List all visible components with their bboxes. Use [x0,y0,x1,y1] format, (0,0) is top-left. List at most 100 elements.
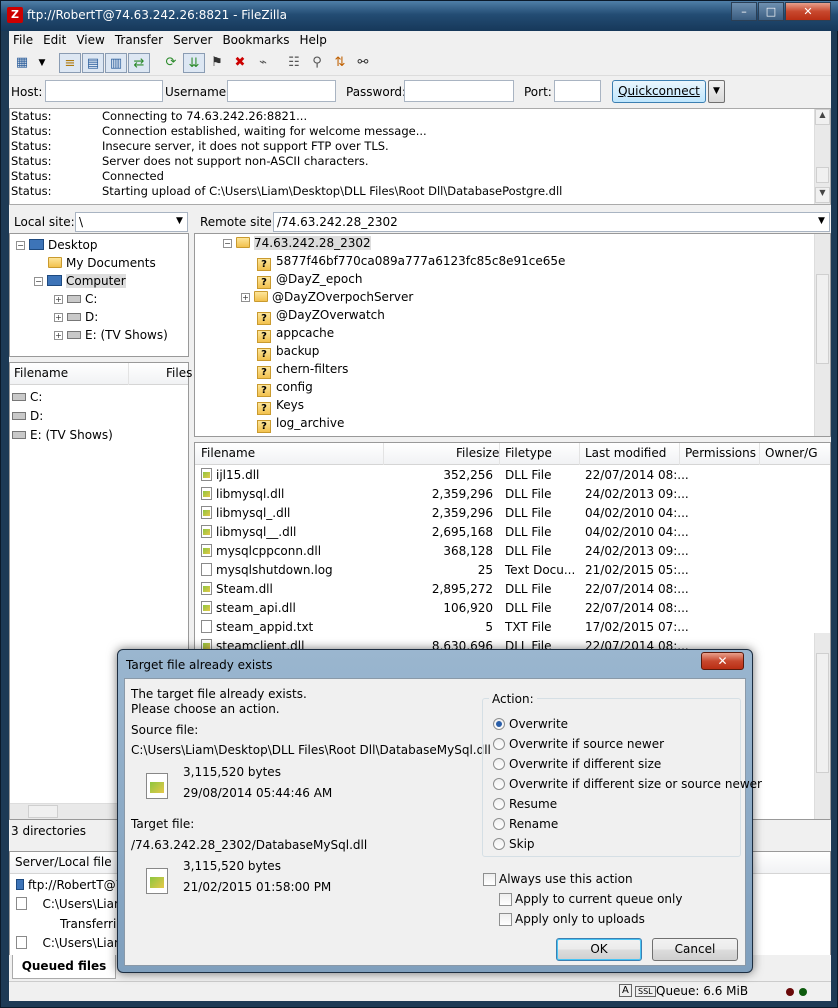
chevron-down-icon[interactable]: ▼ [818,216,825,226]
site-manager-dropdown-icon[interactable]: ▼ [35,53,49,73]
tree-item-c[interactable]: + C: [54,290,97,308]
radio-overwrite-size[interactable] [493,758,505,770]
toggle-queue-icon[interactable]: ⇄ [128,53,150,73]
quickconnect-button[interactable]: Quickconnect [612,80,706,103]
col-filesize[interactable]: Filesize [456,446,499,460]
toggle-local-tree-icon[interactable]: ▤ [82,53,104,73]
password-input[interactable] [404,80,514,102]
filter-icon[interactable]: ☷ [283,53,305,73]
col-owner-group[interactable]: Owner/G [765,446,818,460]
uploads-only-checkbox[interactable] [499,913,512,926]
toggle-log-icon[interactable]: ≡ [59,53,81,73]
site-manager-icon[interactable]: ▦ [11,53,33,73]
table-row[interactable]: mysqlshutdown.log 25 Text Docu... 21/02/201… [195,561,825,580]
menu-bookmarks[interactable]: Bookmarks [218,31,295,47]
table-row[interactable]: ijl15.dll 352,256 DLL File 22/07/2014 08:..… [195,466,825,485]
menu-edit[interactable]: Edit [39,31,72,47]
tree-item[interactable]: ? Keys [257,396,304,415]
radio-resume-label[interactable]: Resume [509,797,557,811]
toggle-remote-tree-icon[interactable]: ▥ [105,53,127,73]
tree-item[interactable]: ? config [257,378,313,397]
menu-help[interactable]: Help [296,31,333,47]
table-row[interactable]: libmysql_.dll 2,359,296 DLL File 04/02/2010… [195,504,825,523]
radio-overwrite-size-newer-label[interactable]: Overwrite if different size or source ne… [509,777,762,791]
scroll-thumb[interactable] [816,167,829,183]
list-item[interactable]: C: [12,388,42,406]
col-files[interactable]: Files [166,366,192,380]
current-queue-checkbox[interactable] [499,893,512,906]
col-server-local[interactable]: Server/Local file [15,855,112,869]
uploads-only-label[interactable]: Apply only to uploads [515,912,645,926]
table-row[interactable]: steam_appid.txt 5 TXT File 17/02/2015 07:..… [195,618,825,637]
tree-item-e[interactable]: + E: (TV Shows) [54,326,168,344]
col-filename[interactable]: Filename [201,446,255,460]
tree-item[interactable]: ? backup [257,342,319,361]
col-filetype[interactable]: Filetype [505,446,552,460]
always-use-checkbox[interactable] [483,873,496,886]
search-icon[interactable]: ⚯ [352,53,374,73]
scroll-thumb[interactable] [816,274,829,364]
remote-site-combo[interactable]: /74.63.242.28_2302 ▼ [273,212,830,232]
ok-button[interactable]: OK [556,938,642,961]
quickconnect-dropdown-icon[interactable]: ▼ [708,80,725,103]
tree-item[interactable]: ? 5877f46bf770ca089a777a6123fc85c8e91ce65… [257,252,565,271]
radio-overwrite-newer-label[interactable]: Overwrite if source newer [509,737,664,751]
port-input[interactable] [554,80,601,102]
dialog-close-button[interactable]: ✕ [701,652,744,670]
current-queue-label[interactable]: Apply to current queue only [515,892,682,906]
log-scrollbar[interactable]: ▲ ▼ [814,109,830,204]
username-input[interactable] [227,80,336,102]
radio-skip[interactable] [493,838,505,850]
table-row[interactable]: mysqlcppconn.dll 368,128 DLL File 24/02/201… [195,542,825,561]
scroll-thumb[interactable] [28,805,58,818]
tree-item-computer[interactable]: − Computer [34,272,126,290]
queue-row[interactable]: C:\Users\Liam [16,934,126,952]
table-row[interactable]: libmysql__.dll 2,695,168 DLL File 04/02/201… [195,523,825,542]
list-item[interactable]: D: [12,407,43,425]
tree-item[interactable]: + @DayZOverpochServer [241,288,413,306]
host-input[interactable] [45,80,163,102]
col-permissions[interactable]: Permissions [685,446,756,460]
tree-item-root[interactable]: −74.63.242.28_2302 [223,234,371,252]
disconnect-icon[interactable]: ⌁ [252,53,274,73]
radio-skip-label[interactable]: Skip [509,837,535,851]
remote-tree-scrollbar[interactable] [814,234,830,436]
table-row[interactable]: steam_api.dll 106,920 DLL File 22/07/2014 0… [195,599,825,618]
radio-rename-label[interactable]: Rename [509,817,558,831]
queue-row[interactable]: ftp://RobertT@7 [16,876,123,894]
tab-queued-files[interactable]: Queued files (5) [12,955,116,995]
tree-item[interactable]: ? @DayZ_epoch [257,270,362,289]
cancel-operation-icon[interactable]: ✖ [229,53,251,73]
menu-server[interactable]: Server [169,31,218,47]
col-filename[interactable]: Filename [14,366,68,380]
title-bar[interactable]: Z ftp://RobertT@74.63.242.26:8821 - File… [1,1,838,31]
close-button[interactable]: ✕ [785,2,831,21]
table-row[interactable]: libmysql.dll 2,359,296 DLL File 24/02/2013 … [195,485,825,504]
radio-resume[interactable] [493,798,505,810]
flag-icon[interactable]: ⚑ [206,53,228,73]
scroll-thumb[interactable] [816,653,829,773]
remote-list-scrollbar[interactable] [814,633,830,819]
menu-transfer[interactable]: Transfer [111,31,169,47]
refresh-icon[interactable]: ⟳ [160,53,182,73]
radio-overwrite-size-newer[interactable] [493,778,505,790]
tree-item-d[interactable]: + D: [54,308,98,326]
radio-rename[interactable] [493,818,505,830]
list-item[interactable]: E: (TV Shows) [12,426,113,444]
radio-overwrite[interactable] [493,718,505,730]
menu-view[interactable]: View [72,31,110,47]
minimize-button[interactable]: – [731,2,757,21]
cancel-button[interactable]: Cancel [652,938,738,961]
table-row[interactable]: Steam.dll 2,895,272 DLL File 22/07/2014 08:… [195,580,825,599]
process-queue-icon[interactable]: ⇊ [183,53,205,73]
maximize-button[interactable]: □ [758,2,784,21]
compare-icon[interactable]: ⚲ [306,53,328,73]
tree-item-desktop[interactable]: − Desktop [16,236,98,254]
tree-item[interactable]: ? @DayZOverwatch [257,306,385,325]
tree-item-my-documents[interactable]: My Documents [48,254,156,272]
scroll-down-icon[interactable]: ▼ [815,187,830,203]
sync-browse-icon[interactable]: ⇅ [329,53,351,73]
radio-overwrite-size-label[interactable]: Overwrite if different size [509,757,661,771]
col-last-modified[interactable]: Last modified [585,446,666,460]
radio-overwrite-newer[interactable] [493,738,505,750]
